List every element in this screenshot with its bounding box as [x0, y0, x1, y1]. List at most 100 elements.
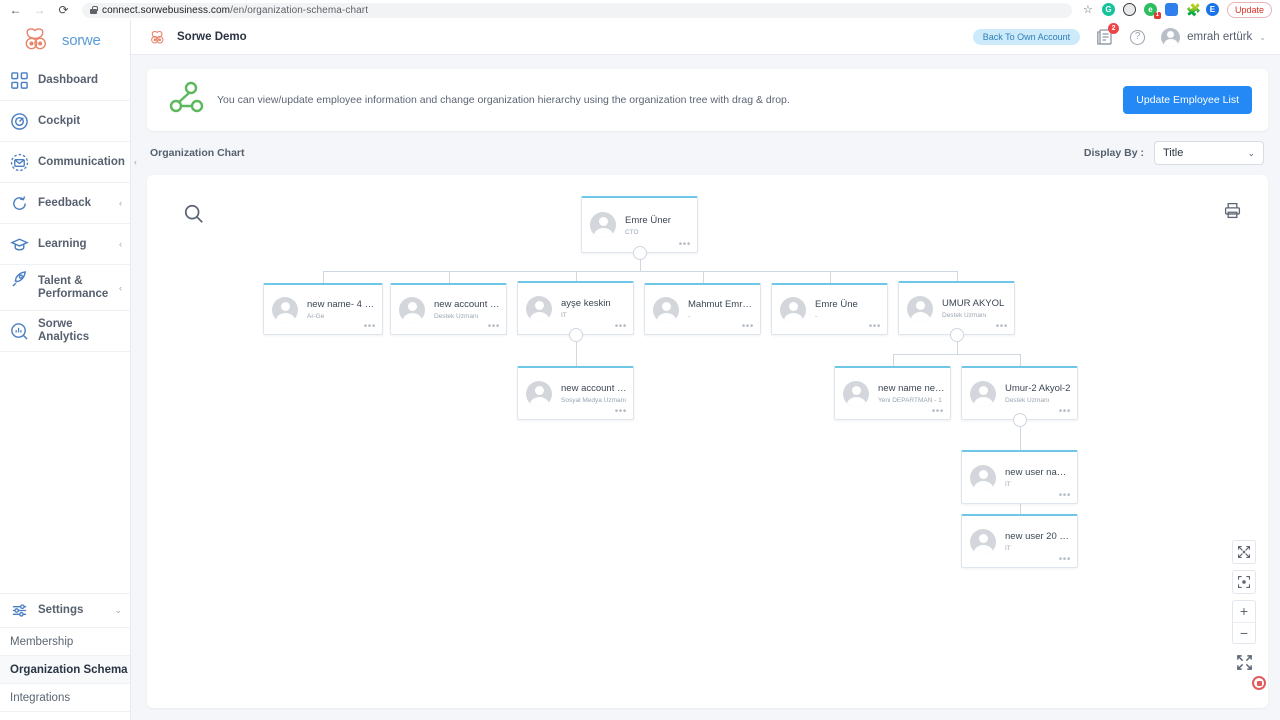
zoom-in-button[interactable]: +	[1233, 601, 1255, 623]
org-chart-canvas[interactable]: Emre Üner CTO ••• new name- 4 new ... Ar-Ge •…	[147, 175, 1268, 708]
back-arrow-icon[interactable]: ←	[8, 3, 23, 18]
main-area: Sorwe Demo Back To Own Account 2 ? emrah…	[131, 20, 1280, 720]
sidebar-item-label: Learning	[38, 237, 87, 250]
help-icon[interactable]: ?	[1130, 29, 1146, 45]
node-menu-button[interactable]: •••	[932, 407, 944, 417]
user-menu[interactable]: emrah ertürk ⌄	[1161, 27, 1266, 47]
sidebar-item-sorwe-analytics[interactable]: Sorwe Analytics	[0, 311, 130, 352]
chevron-right-icon[interactable]: ‹	[134, 157, 137, 167]
generic-extension-icon[interactable]	[1122, 3, 1137, 17]
forward-arrow-icon[interactable]: →	[32, 3, 47, 18]
node-menu-button[interactable]: •••	[364, 322, 376, 332]
org-chart-node[interactable]: UMUR AKYOL Destek Uzmanı •••	[898, 281, 1015, 335]
sidebar-item-communication[interactable]: Communication ‹	[0, 142, 137, 183]
employee-name: new user 20 nenw...	[1005, 531, 1074, 542]
employee-avatar-icon	[970, 528, 996, 555]
brand-logo[interactable]: sorwe	[0, 20, 130, 60]
org-chart-node[interactable]: new user name 2... IT •••	[961, 450, 1078, 504]
chevron-down-icon[interactable]: ⌄	[1259, 33, 1266, 42]
sorwe-owl-icon	[151, 30, 164, 44]
org-chart-node[interactable]: new name new su... Yeni DEPARTMAN - 1 •••	[834, 366, 951, 420]
address-bar[interactable]: connect.sorwebusiness.com/en/organizatio…	[82, 2, 1072, 18]
employee-avatar-icon	[272, 296, 298, 323]
page-title: Organization Chart	[150, 147, 245, 159]
sidebar-item-membership[interactable]: Membership	[0, 628, 130, 656]
update-employee-list-button[interactable]: Update Employee List	[1123, 86, 1252, 114]
sidebar-item-cockpit[interactable]: Cockpit	[0, 101, 130, 142]
sidebar-item-label: Settings	[38, 604, 84, 616]
node-menu-button[interactable]: •••	[1059, 555, 1071, 565]
chevron-right-icon[interactable]: ‹	[119, 283, 122, 293]
fit-to-screen-button[interactable]	[1232, 540, 1256, 564]
org-chart-node[interactable]: new account surn... Sosyal Medya Uzmanı ••…	[517, 366, 634, 420]
display-by-control: Display By : Title ⌄	[1084, 141, 1264, 165]
node-menu-button[interactable]: •••	[615, 322, 627, 332]
node-menu-button[interactable]: •••	[615, 407, 627, 417]
org-chart-node[interactable]: new user 20 nenw... IT •••	[961, 514, 1078, 568]
org-chart-node[interactable]: Emre Üne - •••	[771, 283, 888, 335]
display-by-select[interactable]: Title ⌄	[1154, 141, 1264, 165]
sidebar-item-settings[interactable]: Settings ⌄	[0, 593, 130, 628]
extension-badge: 1	[1153, 12, 1161, 19]
back-to-own-account-button[interactable]: Back To Own Account	[972, 29, 1081, 45]
extension-glyph	[1122, 3, 1136, 16]
sidebar-item-feedback[interactable]: Feedback ‹	[0, 183, 130, 224]
org-chart-nodes: Emre Üner CTO ••• new name- 4 new ... Ar-Ge •…	[147, 175, 1268, 708]
node-menu-button[interactable]: •••	[488, 322, 500, 332]
report-icon[interactable]: 2	[1096, 23, 1120, 46]
browser-toolbar: ← → ⟳ connect.sorwebusiness.com/en/organ…	[0, 0, 1280, 20]
employee-name: Mahmut Emre Üner	[688, 299, 757, 310]
node-collapse-toggle[interactable]	[568, 328, 583, 342]
node-menu-button[interactable]: •••	[742, 322, 754, 332]
rocket-icon	[10, 270, 29, 289]
employee-avatar-icon	[399, 296, 425, 323]
profile-avatar-icon[interactable]: E	[1205, 3, 1220, 17]
url-path: /en/organization-schema-chart	[230, 4, 369, 16]
extensions-puzzle-icon[interactable]: 🧩	[1186, 3, 1201, 17]
employee-avatar-icon	[653, 296, 679, 323]
node-menu-button[interactable]: •••	[996, 322, 1008, 332]
fullscreen-button[interactable]	[1232, 650, 1256, 674]
star-icon[interactable]: ☆	[1081, 3, 1095, 17]
chevron-right-icon[interactable]: ‹	[119, 239, 122, 249]
center-button[interactable]	[1232, 570, 1256, 594]
org-chart-node[interactable]: ayşe keskin IT •••	[517, 281, 634, 335]
sidebar-item-integrations[interactable]: Integrations	[0, 684, 130, 712]
update-button[interactable]: Update	[1226, 2, 1272, 18]
zoom-out-button[interactable]: −	[1233, 623, 1255, 644]
employee-avatar-icon	[970, 464, 996, 491]
employee-name: Emre Üne	[815, 299, 858, 310]
grammarly-extension-icon[interactable]: G	[1101, 3, 1116, 17]
sidebar-item-talent-performance[interactable]: Talent & Performance ‹	[0, 265, 130, 311]
info-banner: You can view/update employee information…	[147, 69, 1268, 131]
app-topbar: Sorwe Demo Back To Own Account 2 ? emrah…	[131, 20, 1280, 55]
org-chart-node[interactable]: new name- 4 new ... Ar-Ge •••	[263, 283, 383, 335]
employee-avatar-icon	[907, 295, 933, 322]
node-collapse-toggle[interactable]	[949, 328, 964, 342]
org-chart-node[interactable]: Mahmut Emre Üner - •••	[644, 283, 761, 335]
lock-icon	[90, 6, 98, 14]
chart-edge	[892, 354, 894, 366]
video-extension-icon[interactable]	[1164, 3, 1179, 17]
employee-name: UMUR AKYOL	[942, 298, 1005, 309]
reload-icon[interactable]: ⟳	[56, 3, 71, 18]
sidebar-item-organization-schema[interactable]: Organization Schema	[0, 656, 130, 684]
org-chart-node[interactable]: Umur-2 Akyol-2 Destek Uzmanı •••	[961, 366, 1078, 420]
org-chart-node[interactable]: Emre Üner CTO •••	[581, 196, 698, 253]
node-menu-button[interactable]: •••	[679, 240, 691, 250]
chevron-right-icon[interactable]: ‹	[119, 198, 122, 208]
evernote-extension-icon[interactable]: e 1	[1143, 3, 1161, 19]
node-menu-button[interactable]: •••	[1059, 407, 1071, 417]
node-collapse-toggle[interactable]	[632, 246, 647, 260]
employee-title: Sosyal Medya Uzmanı	[561, 397, 627, 404]
node-menu-button[interactable]: •••	[869, 322, 881, 332]
brand-name: sorwe	[62, 31, 101, 49]
node-collapse-toggle[interactable]	[1012, 413, 1027, 427]
sidebar-item-dashboard[interactable]: Dashboard	[0, 60, 130, 101]
sidebar-item-learning[interactable]: Learning ‹	[0, 224, 130, 265]
chevron-down-icon[interactable]: ⌄	[114, 605, 122, 616]
org-chart-node[interactable]: new account nam... Destek Uzmanı •••	[390, 283, 507, 335]
node-menu-button[interactable]: •••	[1059, 491, 1071, 501]
employee-name: new name- 4 new ...	[307, 299, 379, 310]
